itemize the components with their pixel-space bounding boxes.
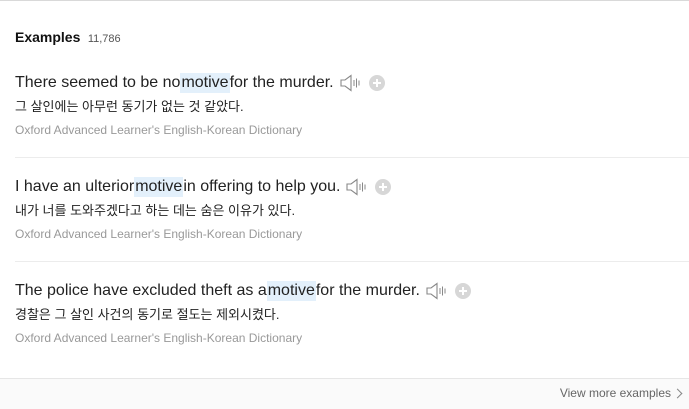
sentence-text-before: There seemed to be no (15, 74, 181, 91)
sentence-text-after: for the murder. (315, 282, 420, 299)
speaker-icon[interactable] (346, 178, 368, 196)
add-to-wordbook-icon[interactable] (454, 283, 471, 299)
examples-count: 11,786 (87, 33, 121, 45)
section-title: Examples (15, 29, 81, 45)
example-source: Oxford Advanced Learner's English-Korean… (15, 227, 303, 241)
example-source: Oxford Advanced Learner's English-Korean… (15, 123, 303, 137)
example-sentence: There seemed to be no motive for the mur… (15, 73, 689, 93)
example-source: Oxford Advanced Learner's English-Korean… (15, 331, 303, 345)
examples-header: Examples 11,786 (15, 29, 121, 47)
sentence-text-after: in offering to help you. (183, 178, 341, 195)
add-to-wordbook-icon[interactable] (375, 179, 392, 195)
keyword-highlight: motive (180, 73, 230, 93)
view-more-examples-link[interactable]: View more examples (559, 386, 683, 400)
add-to-wordbook-icon[interactable] (368, 75, 385, 91)
keyword-highlight: motive (134, 177, 184, 197)
sentence-text-before: The police have excluded theft as a (15, 282, 267, 299)
example-sentence: I have an ulterior motive in offering to… (15, 177, 689, 197)
sentence-text-after: for the murder. (229, 74, 334, 91)
example-item: The police have excluded theft as a moti… (15, 281, 689, 346)
example-translation: 그 살인에는 아무런 동기가 없는 것 같았다. (15, 99, 244, 114)
example-translation: 내가 너를 도와주겠다고 하는 데는 숨은 이유가 있다. (15, 203, 296, 218)
chevron-right-icon (672, 388, 683, 398)
keyword-highlight: motive (266, 281, 316, 301)
example-divider (15, 261, 689, 262)
top-divider (0, 0, 689, 1)
example-item: I have an ulterior motive in offering to… (15, 177, 689, 242)
view-more-label: View more examples (559, 386, 671, 400)
example-divider (15, 157, 689, 158)
example-sentence: The police have excluded theft as a moti… (15, 281, 689, 301)
speaker-icon[interactable] (340, 74, 362, 92)
example-translation: 경찰은 그 살인 사건의 동기로 절도는 제외시켰다. (15, 307, 280, 322)
speaker-icon[interactable] (426, 282, 448, 300)
example-item: There seemed to be no motive for the mur… (15, 73, 689, 138)
sentence-text-before: I have an ulterior (15, 178, 135, 195)
